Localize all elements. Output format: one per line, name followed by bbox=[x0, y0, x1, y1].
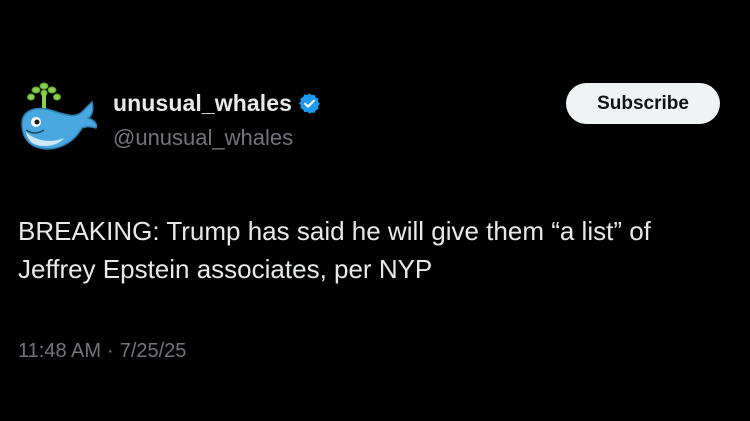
user-info: unusual_whales @unusual_whales bbox=[113, 88, 321, 151]
tweet-date[interactable]: 7/25/25 bbox=[120, 340, 187, 363]
tweet-time[interactable]: 11:48 AM bbox=[18, 340, 101, 363]
user-handle[interactable]: @unusual_whales bbox=[113, 125, 321, 151]
name-row: unusual_whales bbox=[113, 88, 321, 118]
verified-badge-icon bbox=[298, 92, 321, 115]
whale-icon[interactable] bbox=[14, 80, 98, 156]
subscribe-button[interactable]: Subscribe bbox=[566, 83, 720, 124]
display-name[interactable]: unusual_whales bbox=[113, 90, 292, 117]
tweet-meta: 11:48 AM · 7/25/25 bbox=[18, 340, 186, 363]
meta-separator: · bbox=[107, 340, 114, 362]
tweet-card: unusual_whales @unusual_whales Subscribe… bbox=[0, 0, 750, 421]
tweet-text: BREAKING: Trump has said he will give th… bbox=[18, 216, 651, 284]
